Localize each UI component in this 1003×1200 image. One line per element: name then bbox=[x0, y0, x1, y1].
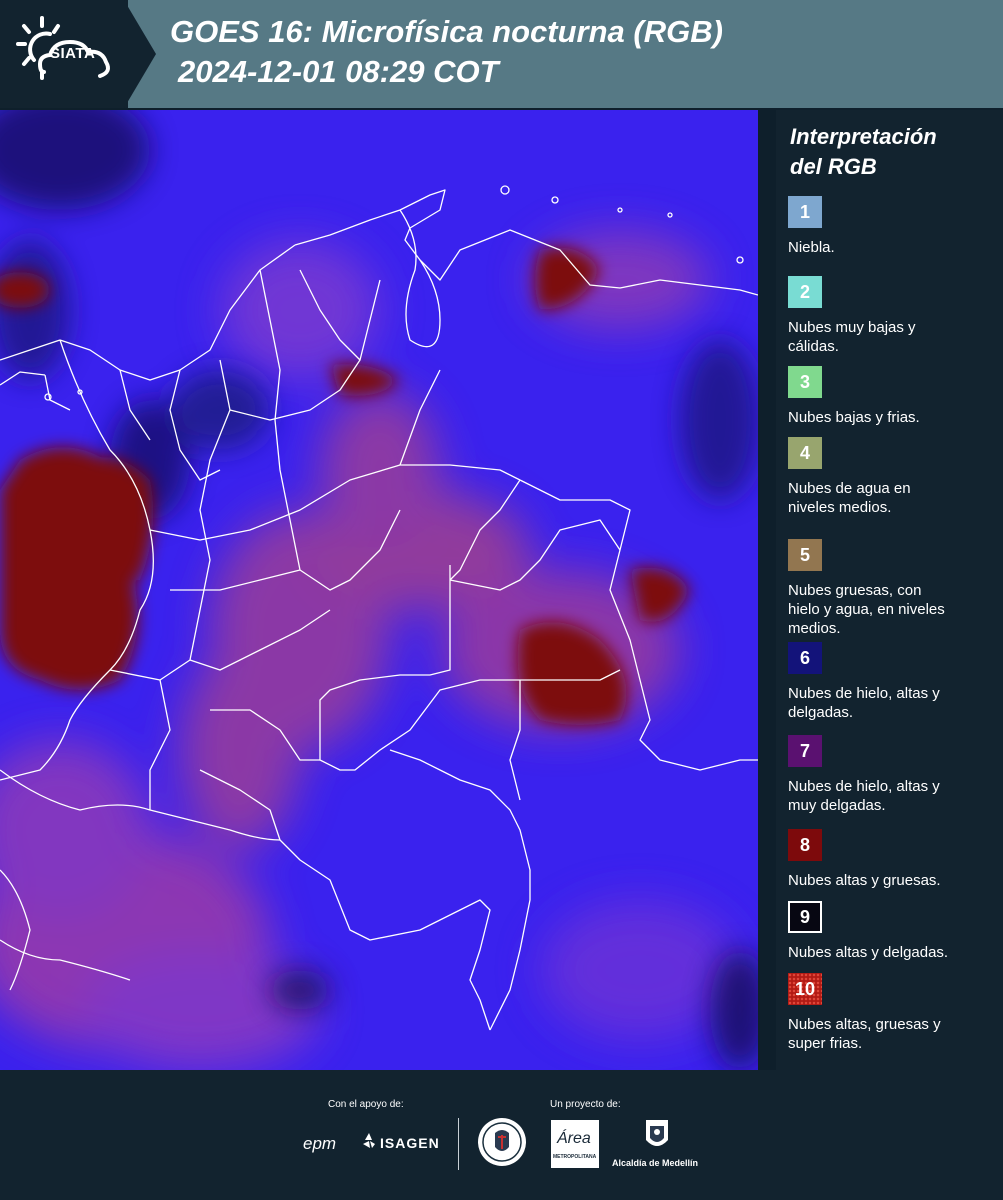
legend-label-line: hielo y agua, en niveles bbox=[788, 601, 945, 618]
isagen-logo[interactable]: ISAGEN bbox=[380, 1135, 440, 1151]
project-caption: Un proyecto de: bbox=[550, 1099, 621, 1110]
legend-label: Nubes altas, gruesas y super frias. bbox=[788, 1015, 988, 1053]
legend-swatch: 10 bbox=[788, 973, 822, 1005]
legend-label-line: delgadas. bbox=[788, 704, 854, 721]
legend-label-line: Nubes bajas y frias. bbox=[788, 409, 920, 426]
legend-label-line: Nubes gruesas, con bbox=[788, 582, 922, 599]
legend-label-line: Nubes de agua en bbox=[788, 480, 911, 497]
legend-label: Nubes altas y gruesas. bbox=[788, 871, 988, 890]
legend-swatch: 6 bbox=[788, 642, 822, 674]
legend-label-line: Nubes altas y gruesas. bbox=[788, 872, 941, 889]
area-metropolitana-logo[interactable]: Área METROPOLITANA bbox=[551, 1120, 599, 1168]
legend-title-line1: Interpretación bbox=[790, 124, 937, 149]
legend-label: Nubes muy bajas y cálidas. bbox=[788, 318, 988, 356]
logo-text: SIATA bbox=[50, 45, 96, 62]
support-caption: Con el apoyo de: bbox=[328, 1099, 404, 1110]
satellite-rgb-image bbox=[0, 110, 758, 1070]
legend-swatch: 9 bbox=[788, 901, 822, 933]
legend-swatch: 7 bbox=[788, 735, 822, 767]
legend-label-line: Nubes muy bajas y bbox=[788, 319, 916, 336]
legend-swatch: 5 bbox=[788, 539, 822, 571]
satellite-map[interactable] bbox=[0, 110, 758, 1070]
legend-swatch: 3 bbox=[788, 366, 822, 398]
legend-label-line: Nubes de hielo, altas y bbox=[788, 778, 940, 795]
area-logo-text: Área bbox=[557, 1130, 591, 1147]
header: SIATA GOES 16: Microfísica nocturna (RGB… bbox=[0, 0, 1003, 108]
legend-label: Niebla. bbox=[788, 238, 988, 257]
footer-divider bbox=[458, 1118, 459, 1170]
legend-label-line: cálidas. bbox=[788, 338, 839, 355]
legend-label: Nubes altas y delgadas. bbox=[788, 943, 988, 962]
legend-title-line2: del RGB bbox=[790, 154, 877, 179]
legend-swatch: 1 bbox=[788, 196, 822, 228]
legend-label: Nubes de agua en niveles medios. bbox=[788, 479, 988, 517]
legend-swatch: 4 bbox=[788, 437, 822, 469]
legend-label: Nubes de hielo, altas y muy delgadas. bbox=[788, 777, 988, 815]
legend-label-line: medios. bbox=[788, 620, 841, 637]
isagen-logo-icon bbox=[361, 1132, 377, 1150]
legend-label-line: muy delgadas. bbox=[788, 797, 886, 814]
legend-label-line: Nubes de hielo, altas y bbox=[788, 685, 940, 702]
legend-swatch: 2 bbox=[788, 276, 822, 308]
area-logo-subtext: METROPOLITANA bbox=[553, 1154, 597, 1160]
legend-label-line: super frias. bbox=[788, 1035, 863, 1052]
legend-panel: Interpretación del RGB 1 Niebla. 2 Nubes mu… bbox=[776, 110, 1003, 1070]
legend-label-line: Nubes altas, gruesas y bbox=[788, 1016, 941, 1033]
legend-swatch: 8 bbox=[788, 829, 822, 861]
legend-label-line: Nubes altas y delgadas. bbox=[788, 944, 949, 961]
alcaldia-shield-icon bbox=[644, 1118, 670, 1152]
legend-title: Interpretación del RGB bbox=[790, 122, 990, 182]
logo-chevron bbox=[124, 0, 156, 108]
legend-label-line: niveles medios. bbox=[788, 499, 892, 516]
legend-label: Nubes de hielo, altas y delgadas. bbox=[788, 684, 988, 722]
legend-label-line: Niebla. bbox=[788, 239, 835, 256]
alcaldia-medellin-logo[interactable]: Alcaldía de Medellín bbox=[612, 1158, 698, 1168]
medellin-seal-icon[interactable] bbox=[477, 1117, 527, 1167]
footer: Con el apoyo de: Un proyecto de: epm ISA… bbox=[0, 1070, 1003, 1200]
epm-logo[interactable]: epm bbox=[303, 1134, 336, 1154]
page-title: GOES 16: Microfísica nocturna (RGB) bbox=[170, 14, 723, 49]
legend-label: Nubes bajas y frias. bbox=[788, 408, 988, 427]
page-timestamp: 2024-12-01 08:29 COT bbox=[178, 54, 499, 89]
legend-label: Nubes gruesas, con hielo y agua, en nivel… bbox=[788, 581, 988, 638]
